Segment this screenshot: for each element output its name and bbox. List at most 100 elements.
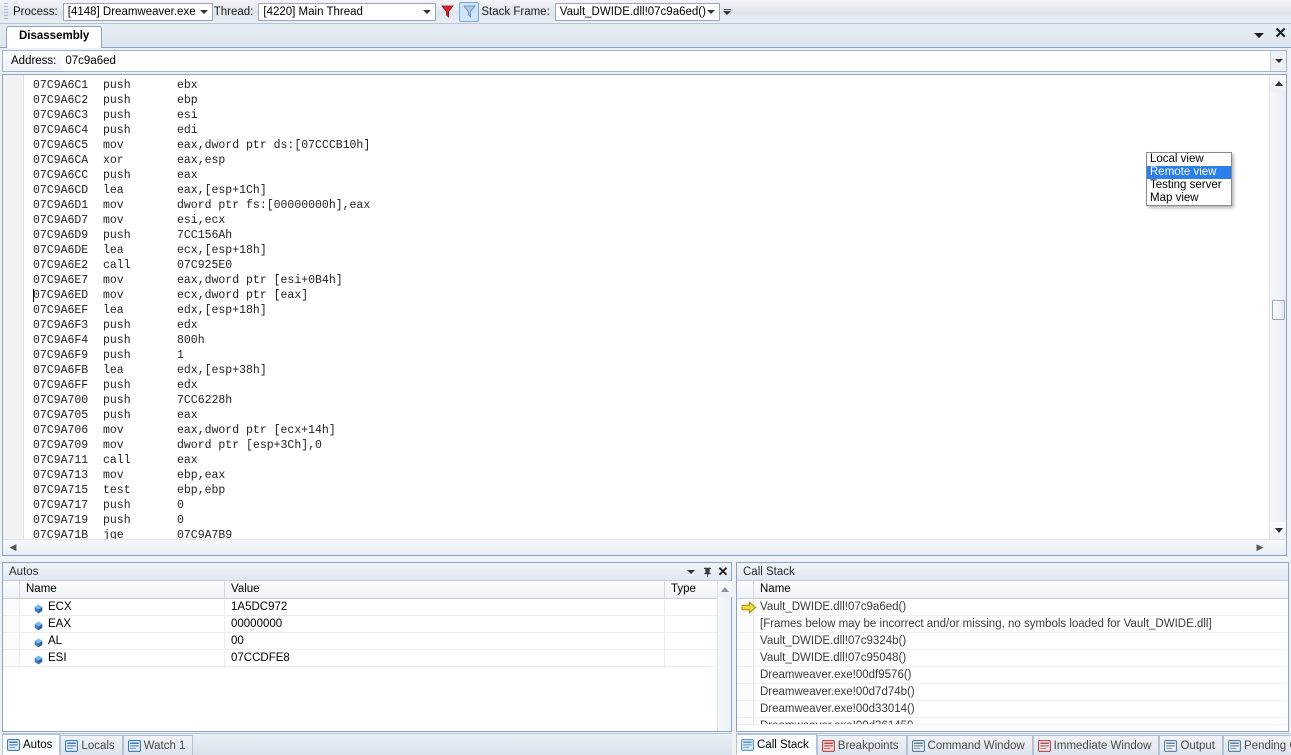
callstack-row[interactable]: Dreamweaver.exe!00df9576() bbox=[737, 667, 1288, 684]
callstack-rows[interactable]: Vault_DWIDE.dll!07c9a6ed() [Frames below … bbox=[737, 599, 1288, 731]
disassembly-line[interactable]: 07C9A6C5 mov eax,dword ptr ds:[07CCCB10h] bbox=[25, 138, 1269, 153]
disassembly-line[interactable]: 07C9A6CD lea eax,[esp+1Ch] bbox=[25, 183, 1269, 198]
autos-row[interactable]: ESI 07CCDFE8 bbox=[3, 650, 731, 667]
thread-combobox[interactable]: [4220] Main Thread bbox=[258, 2, 437, 21]
menu-item[interactable]: Local view bbox=[1147, 153, 1231, 166]
disassembly-line[interactable]: 07C9A717 push 0 bbox=[25, 498, 1269, 513]
left-dock-tabbar[interactable]: Autos Locals Watch 1 bbox=[2, 733, 732, 755]
autos-cell-name[interactable]: ESI bbox=[20, 650, 225, 666]
disassembly-code-list[interactable]: 07C9A6C1 push ebx 07C9A6C2 push ebp 07C9A6C3 pu… bbox=[25, 78, 1269, 539]
callstack-row[interactable]: Dreamweaver.exe!00d361450 bbox=[737, 718, 1288, 725]
autos-cell-name[interactable]: ECX bbox=[20, 599, 225, 615]
dock-tab-autos[interactable]: Autos bbox=[2, 734, 61, 755]
disassembly-line[interactable]: 07C9A6CC push eax bbox=[25, 168, 1269, 183]
stack-frame-combobox[interactable]: Vault_DWIDE.dll!07c9a6ed() bbox=[554, 2, 720, 21]
disassembly-line[interactable]: 07C9A71B jge 07C9A7B9 bbox=[25, 528, 1269, 539]
chevron-down-icon[interactable] bbox=[1254, 33, 1265, 38]
show-only-flagged-button[interactable] bbox=[459, 1, 480, 22]
disassembly-line[interactable]: 07C9A6D7 mov esi,ecx bbox=[25, 213, 1269, 228]
menu-item[interactable]: Map view bbox=[1147, 192, 1231, 205]
autos-cell-value[interactable]: 00000000 bbox=[225, 616, 665, 632]
disassembly-line[interactable]: 07C9A6ED mov ecx,dword ptr [eax] bbox=[25, 288, 1269, 303]
disassembly-line[interactable]: 07C9A719 push 0 bbox=[25, 513, 1269, 528]
autos-rows[interactable]: ECX 1A5DC972 EAX 00000000 AL 00 ESI 07CCDFE8 bbox=[3, 599, 731, 731]
autos-pin-button[interactable] bbox=[699, 564, 715, 580]
vertical-scroll-thumb[interactable] bbox=[1272, 300, 1285, 320]
autos-header-name[interactable]: Name bbox=[20, 581, 225, 598]
disassembly-line[interactable]: 07C9A709 mov dword ptr [esp+3Ch],0 bbox=[25, 438, 1269, 453]
address-input[interactable]: 07c9a6ed bbox=[62, 51, 1270, 71]
autos-cell-value[interactable]: 1A5DC972 bbox=[225, 599, 665, 615]
dock-tab-pending-c[interactable]: Pending C bbox=[1223, 735, 1291, 755]
tab-disassembly[interactable]: Disassembly bbox=[6, 26, 103, 48]
disassembly-line[interactable]: 07C9A6F4 push 800h bbox=[25, 333, 1269, 348]
callstack-row[interactable]: Vault_DWIDE.dll!07c95048() bbox=[737, 650, 1288, 667]
callstack-row[interactable]: Vault_DWIDE.dll!07c9324b() bbox=[737, 633, 1288, 650]
callstack-row[interactable]: [Frames below may be incorrect and/or mi… bbox=[737, 616, 1288, 633]
menu-item[interactable]: Remote view bbox=[1147, 166, 1231, 179]
callstack-row[interactable]: Dreamweaver.exe!00d7d74b() bbox=[737, 684, 1288, 701]
flag-threads-button[interactable] bbox=[437, 2, 457, 22]
dock-tab-immediate-window[interactable]: Immediate Window bbox=[1032, 735, 1160, 755]
disassembly-line[interactable]: 07C9A6E7 mov eax,dword ptr [esi+0B4h] bbox=[25, 273, 1269, 288]
disassembly-line[interactable]: 07C9A6FB lea edx,[esp+38h] bbox=[25, 363, 1269, 378]
callstack-header-name[interactable]: Name bbox=[754, 581, 1288, 598]
dock-tab-label: Breakpoints bbox=[837, 739, 899, 752]
process-combobox[interactable]: [4148] Dreamweaver.exe bbox=[62, 2, 213, 21]
disassembly-line[interactable]: 07C9A6C4 push edi bbox=[25, 123, 1269, 138]
scroll-left-button[interactable]: ◀ bbox=[5, 540, 21, 555]
autos-cell-name[interactable]: AL bbox=[20, 633, 225, 649]
disassembly-line[interactable]: 07C9A6C1 push ebx bbox=[25, 78, 1269, 93]
toolbar-overflow-button[interactable] bbox=[722, 2, 733, 22]
disassembly-line[interactable]: 07C9A711 call eax bbox=[25, 453, 1269, 468]
disassembly-indicator-margin[interactable] bbox=[3, 75, 24, 555]
disassembly-line[interactable]: 07C9A6C2 push ebp bbox=[25, 93, 1269, 108]
dock-tab-output[interactable]: Output bbox=[1159, 735, 1223, 755]
autos-row[interactable]: ECX 1A5DC972 bbox=[3, 599, 731, 616]
instruction-operands: 1 bbox=[177, 349, 184, 362]
callstack-row[interactable]: Vault_DWIDE.dll!07c9a6ed() bbox=[737, 599, 1288, 616]
autos-close-button[interactable]: ✕ bbox=[715, 564, 731, 580]
callstack-row[interactable]: Dreamweaver.exe!00d33014() bbox=[737, 701, 1288, 718]
autos-row[interactable]: EAX 00000000 bbox=[3, 616, 731, 633]
disassembly-horizontal-scrollbar[interactable]: ◀ ▶ bbox=[3, 539, 1286, 555]
disassembly-line[interactable]: 07C9A6FF push edx bbox=[25, 378, 1269, 393]
disassembly-vertical-scrollbar[interactable] bbox=[1269, 75, 1286, 539]
close-icon[interactable]: ✕ bbox=[1274, 26, 1287, 41]
disassembly-line[interactable]: 07C9A6EF lea edx,[esp+18h] bbox=[25, 303, 1269, 318]
disassembly-line[interactable]: 07C9A6DE lea ecx,[esp+18h] bbox=[25, 243, 1269, 258]
right-dock-tabbar[interactable]: Call Stack Breakpoints Command Window Immed… bbox=[736, 733, 1291, 755]
disassembly-line[interactable]: 07C9A705 push eax bbox=[25, 408, 1269, 423]
disassembly-line[interactable]: 07C9A713 mov ebp,eax bbox=[25, 468, 1269, 483]
disassembly-line[interactable]: 07C9A6F3 push edx bbox=[25, 318, 1269, 333]
disassembly-line[interactable]: 07C9A706 mov eax,dword ptr [ecx+14h] bbox=[25, 423, 1269, 438]
scroll-up-button[interactable] bbox=[718, 581, 732, 597]
scroll-up-button[interactable] bbox=[1270, 75, 1286, 92]
disassembly-line[interactable]: 07C9A6F9 push 1 bbox=[25, 348, 1269, 363]
view-context-menu[interactable]: Local view Remote view Testing server Map v… bbox=[1146, 152, 1232, 206]
autos-cell-name[interactable]: EAX bbox=[20, 616, 225, 632]
disassembly-line[interactable]: 07C9A6D9 push 7CC156Ah bbox=[25, 228, 1269, 243]
autos-header-value[interactable]: Value bbox=[225, 581, 665, 598]
autos-row[interactable]: AL 00 bbox=[3, 633, 731, 650]
disassembly-line[interactable]: 07C9A6E2 call 07C925E0 bbox=[25, 258, 1269, 273]
toolbar-grip[interactable] bbox=[4, 3, 8, 20]
autos-dropdown-button[interactable] bbox=[683, 564, 699, 580]
disassembly-line[interactable]: 07C9A715 test ebp,ebp bbox=[25, 483, 1269, 498]
dock-tab-breakpoints[interactable]: Breakpoints bbox=[816, 735, 907, 755]
dock-tab-command-window[interactable]: Command Window bbox=[906, 735, 1033, 755]
disassembly-line[interactable]: 07C9A6CA xor eax,esp bbox=[25, 153, 1269, 168]
address-dropdown-button[interactable] bbox=[1270, 51, 1286, 71]
dock-tab-locals[interactable]: Locals bbox=[60, 735, 123, 755]
dock-tab-watch-1[interactable]: Watch 1 bbox=[122, 735, 194, 755]
autos-vertical-scrollbar[interactable] bbox=[717, 581, 732, 731]
autos-cell-value[interactable]: 00 bbox=[225, 633, 665, 649]
scroll-down-button[interactable] bbox=[1270, 522, 1286, 539]
menu-item[interactable]: Testing server bbox=[1147, 179, 1231, 192]
disassembly-line[interactable]: 07C9A6C3 push esi bbox=[25, 108, 1269, 123]
disassembly-line[interactable]: 07C9A700 push 7CC6228h bbox=[25, 393, 1269, 408]
dock-tab-call-stack[interactable]: Call Stack bbox=[736, 734, 817, 755]
disassembly-line[interactable]: 07C9A6D1 mov dword ptr fs:[00000000h],eax bbox=[25, 198, 1269, 213]
autos-cell-value[interactable]: 07CCDFE8 bbox=[225, 650, 665, 666]
scroll-right-button[interactable]: ▶ bbox=[1252, 540, 1268, 555]
